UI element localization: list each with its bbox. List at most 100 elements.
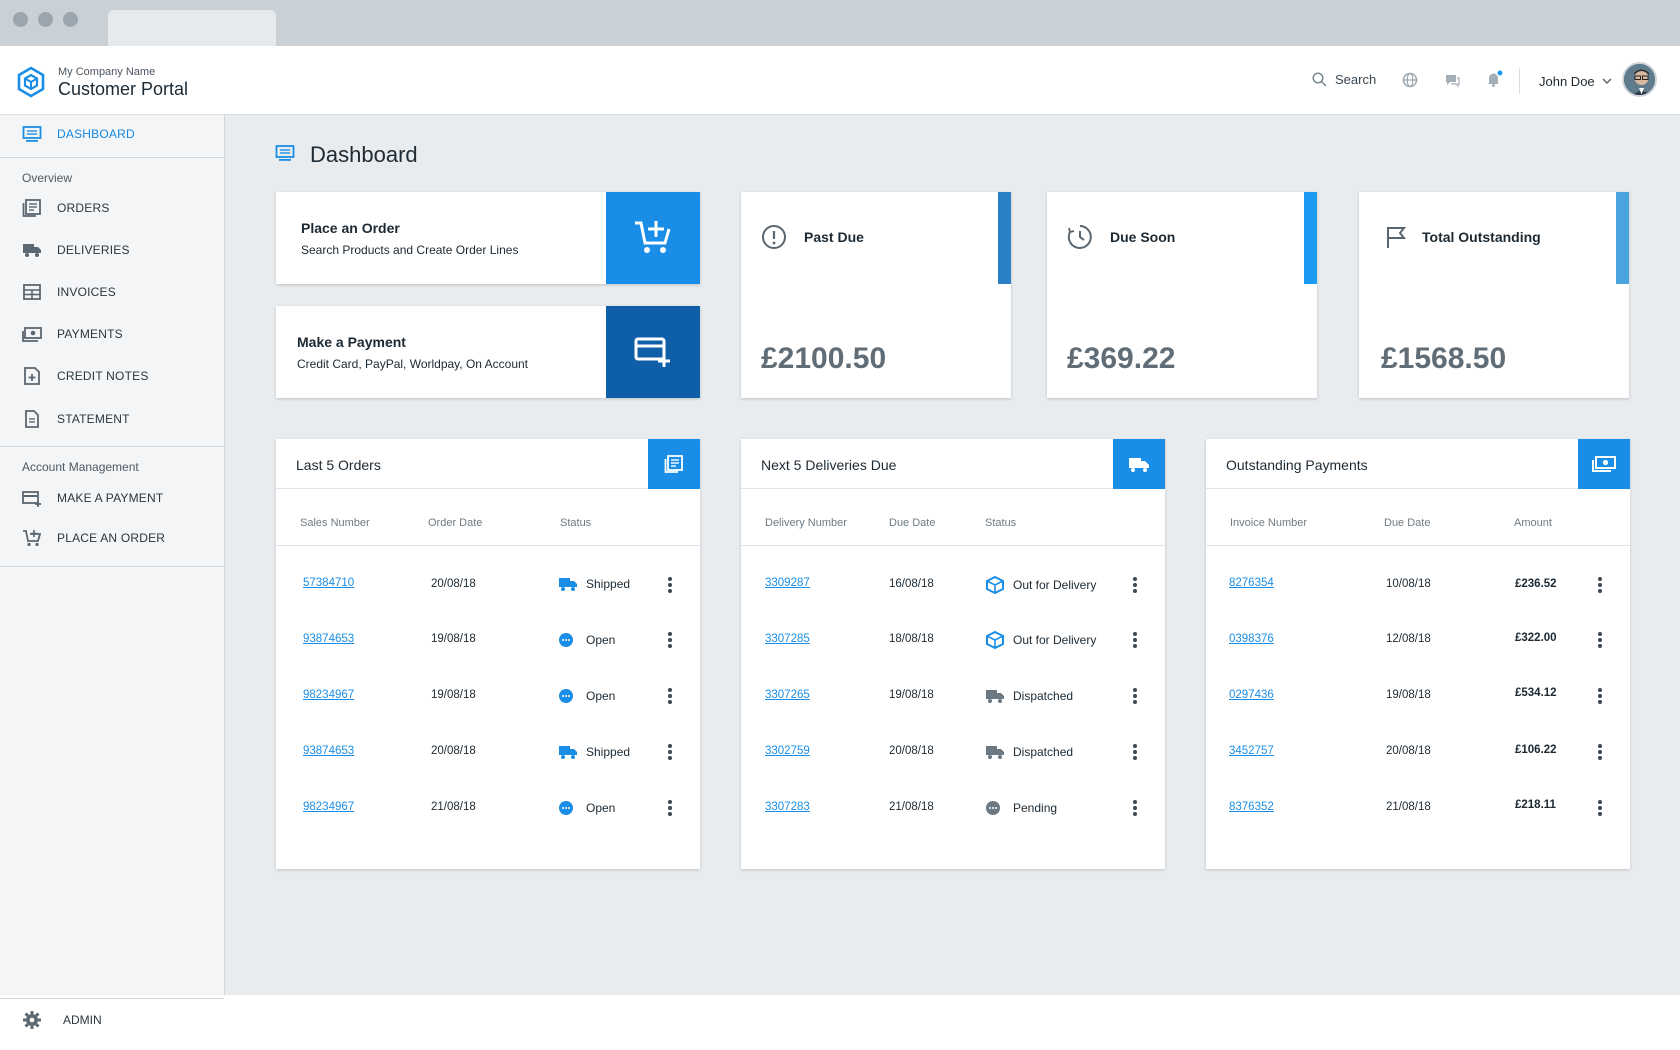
top-bar: My Company Name Customer Portal Search J… — [0, 46, 1680, 115]
window-maximize-dot[interactable] — [63, 12, 78, 27]
more-options-icon[interactable] — [668, 800, 672, 816]
more-options-icon[interactable] — [1598, 688, 1602, 704]
search-button[interactable]: Search — [1312, 72, 1376, 87]
delivery-number-link[interactable]: 3307285 — [765, 633, 810, 645]
portal-title: Customer Portal — [58, 79, 188, 100]
more-options-icon[interactable] — [1133, 800, 1137, 816]
more-options-icon[interactable] — [1133, 577, 1137, 593]
admin-label: ADMIN — [63, 1013, 102, 1027]
delivery-number-link[interactable]: 3302759 — [765, 745, 810, 757]
column-header[interactable]: Due Date — [1384, 517, 1430, 529]
browser-tab[interactable] — [108, 10, 276, 46]
truck-icon — [985, 688, 1005, 704]
sidebar-item-payments[interactable]: PAYMENTS — [0, 315, 224, 353]
avatar[interactable] — [1622, 62, 1657, 97]
delivery-number-link[interactable]: 3307283 — [765, 801, 810, 813]
invoice-number-link[interactable]: 0398376 — [1229, 633, 1274, 645]
order-number-link[interactable]: 57384710 — [303, 577, 354, 589]
stat-label: Total Outstanding — [1422, 229, 1541, 245]
sidebar-item-place-order[interactable]: PLACE AN ORDER — [0, 519, 224, 557]
sidebar: DASHBOARD Overview ORDERS DELIVERIES INV… — [0, 115, 225, 995]
sidebar-item-deliveries[interactable]: DELIVERIES — [0, 231, 224, 269]
make-payment-title: Make a Payment — [297, 334, 406, 350]
more-options-icon[interactable] — [1598, 800, 1602, 816]
more-options-icon[interactable] — [1133, 632, 1137, 648]
column-header[interactable]: Delivery Number — [765, 517, 847, 529]
order-number-link[interactable]: 93874653 — [303, 745, 354, 757]
more-options-icon[interactable] — [1598, 632, 1602, 648]
status-text: Dispatched — [1013, 745, 1073, 759]
column-header[interactable]: Invoice Number — [1230, 517, 1307, 529]
truck-icon — [558, 576, 578, 592]
chevron-down-icon[interactable] — [1601, 76, 1613, 86]
amount: £236.52 — [1515, 578, 1557, 590]
sidebar-divider — [0, 446, 224, 447]
sidebar-item-statement[interactable]: STATEMENT — [0, 400, 224, 438]
status-text: Dispatched — [1013, 689, 1073, 703]
amount: £106.22 — [1515, 744, 1557, 756]
delivery-number-link[interactable]: 3309287 — [765, 577, 810, 589]
sidebar-item-admin[interactable]: ADMIN — [0, 998, 224, 1042]
sidebar-item-invoices[interactable]: INVOICES — [0, 273, 224, 311]
invoice-number-link[interactable]: 8376352 — [1229, 801, 1274, 813]
column-header[interactable]: Order Date — [428, 517, 482, 529]
status-text: Open — [586, 689, 615, 703]
stat-accent-bar — [1616, 192, 1629, 284]
more-options-icon[interactable] — [1133, 688, 1137, 704]
status-text: Open — [586, 801, 615, 815]
cube-logo-icon[interactable] — [16, 66, 46, 98]
notification-bell-icon[interactable] — [1485, 70, 1503, 88]
order-date: 19/08/18 — [431, 689, 476, 701]
order-number-link[interactable]: 98234967 — [303, 689, 354, 701]
panel-header: Last 5 Orders — [276, 439, 700, 489]
more-options-icon[interactable] — [668, 688, 672, 704]
column-header[interactable]: Amount — [1514, 517, 1552, 529]
more-options-icon[interactable] — [668, 632, 672, 648]
deliveries-panel-button[interactable] — [1113, 439, 1165, 489]
make-payment-button[interactable] — [606, 306, 700, 398]
more-options-icon[interactable] — [1598, 744, 1602, 760]
window-minimize-dot[interactable] — [38, 12, 53, 27]
more-options-icon[interactable] — [668, 744, 672, 760]
invoice-number-link[interactable]: 3452757 — [1229, 745, 1274, 757]
column-header[interactable]: Due Date — [889, 517, 935, 529]
window-close-dot[interactable] — [13, 12, 28, 27]
place-order-button[interactable] — [606, 192, 700, 284]
order-date: 20/08/18 — [431, 745, 476, 757]
delivery-date: 21/08/18 — [889, 801, 934, 813]
user-name[interactable]: John Doe — [1539, 74, 1595, 89]
stat-card-past-due: Past Due £2100.50 — [741, 192, 1011, 398]
amount: £534.12 — [1515, 687, 1557, 699]
invoice-icon — [22, 283, 42, 301]
more-options-icon[interactable] — [1598, 577, 1602, 593]
sidebar-item-orders[interactable]: ORDERS — [0, 189, 224, 227]
order-number-link[interactable]: 98234967 — [303, 801, 354, 813]
make-payment-card[interactable]: Make a Payment Credit Card, PayPal, Worl… — [276, 306, 700, 398]
sidebar-item-dashboard[interactable]: DASHBOARD — [0, 115, 224, 153]
payments-panel-button[interactable] — [1578, 439, 1630, 489]
order-number-link[interactable]: 93874653 — [303, 633, 354, 645]
column-header[interactable]: Status — [985, 517, 1016, 529]
globe-icon[interactable] — [1402, 72, 1418, 88]
sidebar-item-label: DELIVERIES — [57, 243, 130, 257]
card-add-icon — [22, 489, 42, 507]
more-options-icon[interactable] — [1133, 744, 1137, 760]
sidebar-item-make-payment[interactable]: MAKE A PAYMENT — [0, 479, 224, 517]
delivery-date: 20/08/18 — [889, 745, 934, 757]
delivery-number-link[interactable]: 3307265 — [765, 689, 810, 701]
chat-icon[interactable] — [1444, 72, 1460, 88]
status-text: Open — [586, 633, 615, 647]
sidebar-item-label: STATEMENT — [57, 412, 130, 426]
stat-label: Due Soon — [1110, 229, 1175, 245]
more-options-icon[interactable] — [668, 577, 672, 593]
sidebar-item-label: CREDIT NOTES — [57, 369, 149, 383]
place-order-title: Place an Order — [301, 220, 400, 236]
sidebar-item-credit-notes[interactable]: CREDIT NOTES — [0, 357, 224, 395]
orders-panel-button[interactable] — [648, 439, 700, 489]
flag-icon — [1384, 224, 1410, 250]
invoice-number-link[interactable]: 8276354 — [1229, 577, 1274, 589]
column-header[interactable]: Sales Number — [300, 517, 370, 529]
column-header[interactable]: Status — [560, 517, 591, 529]
invoice-number-link[interactable]: 0297436 — [1229, 689, 1274, 701]
place-order-card[interactable]: Place an Order Search Products and Creat… — [276, 192, 700, 284]
